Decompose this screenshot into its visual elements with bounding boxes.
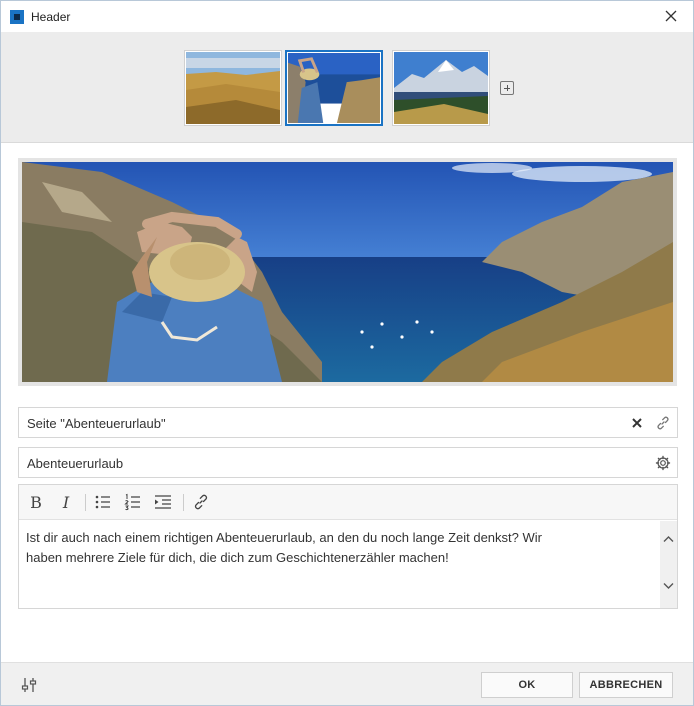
add-image-icon[interactable] [500,81,514,95]
heading-field[interactable]: Abenteuerurlaub [18,447,678,478]
bold-button[interactable]: B [27,493,45,512]
link-icon[interactable] [655,415,671,431]
editor-text-line: Ist dir auch nach einem richtigen Abente… [26,530,542,545]
bullet-list-icon[interactable] [94,493,112,511]
heading-value: Abenteuerurlaub [27,456,124,471]
scroll-up-icon[interactable] [663,535,674,543]
header-preview-image [18,158,677,386]
editor-text-line: haben mehrere Ziele für dich, die dich z… [26,550,449,565]
toolbar-divider [183,494,184,511]
scroll-down-icon[interactable] [663,582,674,590]
cancel-button[interactable]: ABBRECHEN [579,672,673,698]
title-bar: Header [1,1,693,32]
thumbnail-sea-bay[interactable] [285,50,383,126]
gear-icon[interactable] [655,455,671,471]
italic-button[interactable]: I [57,493,75,512]
dialog-footer: OK ABBRECHEN [1,662,693,705]
thumbnail-mountain-lake[interactable] [392,50,490,126]
clear-icon[interactable] [629,415,645,431]
sliders-icon[interactable] [20,676,38,694]
app-icon [10,10,24,24]
text-editor[interactable]: B I Ist dir auch nach einem richtigen Ab… [18,484,678,609]
thumbnail-steppe[interactable] [184,50,282,126]
toolbar-divider [85,494,86,511]
indent-icon[interactable] [154,493,172,511]
page-link-value: Seite "Abenteuerurlaub" [27,416,166,431]
numbered-list-icon[interactable] [124,493,142,511]
editor-scrollbar[interactable] [660,521,677,608]
link-icon[interactable] [192,493,210,511]
ok-button[interactable]: OK [481,672,573,698]
editor-content[interactable]: Ist dir auch nach einem richtigen Abente… [26,528,586,568]
header-dialog: Header Seite "Abenteuerurlaub" Abenteuer… [0,0,694,706]
close-icon[interactable] [663,8,679,24]
editor-toolbar: B I [19,485,677,520]
page-link-field[interactable]: Seite "Abenteuerurlaub" [18,407,678,438]
dialog-title: Header [31,10,71,24]
image-thumbnail-strip [1,32,693,143]
